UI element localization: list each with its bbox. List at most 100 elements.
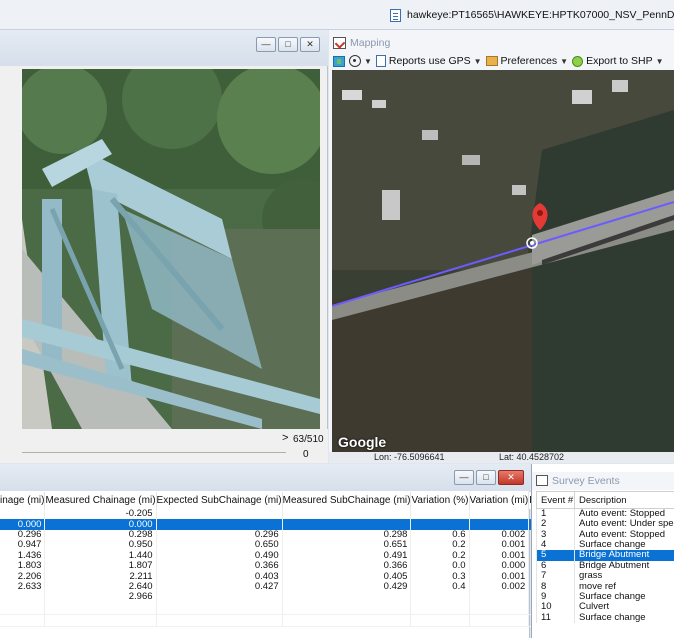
table-cell: 0.298 bbox=[282, 529, 412, 541]
table-cell bbox=[282, 519, 412, 530]
longitude-readout: Lon: -76.5096641 bbox=[374, 452, 445, 462]
table-cell: 2 bbox=[536, 519, 575, 530]
table-cell: 6 bbox=[536, 560, 575, 571]
table-cell: 5 bbox=[536, 550, 575, 561]
column-header[interactable]: Variation (%) bbox=[410, 492, 470, 509]
next-frame-button[interactable]: > bbox=[282, 432, 288, 444]
table-row[interactable]: 2.6332.6400.4270.4290.40.002Yes bbox=[0, 581, 567, 593]
photo-viewer-titlebar: — □ ✕ bbox=[0, 30, 328, 66]
table-cell bbox=[44, 614, 157, 628]
table-cell bbox=[156, 592, 283, 603]
table-cell bbox=[282, 592, 412, 603]
table-cell bbox=[0, 592, 46, 603]
table-row[interactable]: -0.205 bbox=[0, 509, 567, 520]
bridge-photo[interactable] bbox=[22, 69, 320, 429]
map-coordinates-bar: Lon: -76.5096641 Lat: 40.4528702 bbox=[329, 452, 674, 463]
satellite-map[interactable]: Google bbox=[332, 70, 674, 452]
table-cell: 0.2 bbox=[410, 550, 470, 561]
report-icon bbox=[375, 55, 386, 67]
table-row[interactable]: 1.8031.8070.3660.3660.00.000Yes bbox=[0, 560, 567, 572]
table-row[interactable] bbox=[0, 602, 567, 616]
table-cell: 2.211 bbox=[44, 571, 157, 582]
list-item[interactable]: 10 Culvert bbox=[536, 602, 674, 613]
document-icon bbox=[390, 9, 401, 22]
list-item[interactable]: 11 Surface change bbox=[536, 612, 674, 623]
column-header[interactable]: Measured SubChainage (mi) bbox=[282, 492, 412, 509]
minimize-button[interactable]: — bbox=[454, 470, 474, 485]
close-button[interactable]: ✕ bbox=[498, 470, 524, 485]
maximize-button[interactable]: □ bbox=[476, 470, 496, 485]
table-cell: -0.205 bbox=[44, 509, 157, 520]
table-cell: 0.296 bbox=[156, 529, 283, 541]
list-item[interactable]: 9 Surface change bbox=[536, 591, 674, 603]
table-cell: 0.2 bbox=[410, 540, 470, 551]
photo-viewer-window: — □ ✕ > 63/510 0 bbox=[0, 30, 328, 463]
column-header[interactable]: inage (mi) bbox=[0, 492, 46, 509]
export-button[interactable]: Export to SHP ▼ bbox=[572, 55, 664, 67]
table-cell: Surface change bbox=[574, 539, 674, 551]
table-cell: 0.0 bbox=[410, 560, 470, 572]
chevron-down-icon: ▼ bbox=[560, 56, 569, 66]
list-item[interactable]: 3 Auto event: Stopped bbox=[536, 529, 674, 540]
table-row[interactable]: 0.2960.2980.2960.2980.60.002Yes bbox=[0, 529, 567, 541]
frame-slider[interactable] bbox=[22, 452, 286, 453]
table-cell bbox=[469, 519, 530, 530]
table-cell: 2.633 bbox=[0, 581, 46, 593]
list-item[interactable]: 7 grass bbox=[536, 570, 674, 582]
table-cell bbox=[282, 602, 412, 616]
table-row[interactable]: 2.2062.2110.4030.4050.30.001Yes bbox=[0, 571, 567, 582]
table-row[interactable]: 2.966 bbox=[0, 592, 567, 603]
table-row[interactable]: 0.9470.9500.6500.6510.20.001Yes bbox=[0, 540, 567, 551]
table-cell: Surface change bbox=[574, 591, 674, 603]
table-cell: grass bbox=[574, 570, 674, 582]
map-type-button[interactable] bbox=[333, 55, 345, 67]
close-button[interactable]: ✕ bbox=[300, 37, 320, 52]
mapping-title: Mapping bbox=[350, 37, 391, 49]
column-header[interactable]: Variation (mi) bbox=[469, 492, 530, 509]
table-cell: 0.491 bbox=[282, 550, 412, 561]
table-cell: 7 bbox=[536, 570, 575, 582]
table-cell bbox=[469, 592, 530, 603]
column-header[interactable]: Event # bbox=[536, 491, 575, 509]
table-cell: 1.440 bbox=[44, 550, 157, 561]
mapping-window-icon bbox=[333, 37, 346, 49]
list-item[interactable]: 5 Bridge Abutment bbox=[536, 550, 674, 561]
list-item[interactable]: 6 Bridge Abutment bbox=[536, 560, 674, 571]
table-cell: 1 bbox=[536, 508, 575, 519]
table-cell: Bridge Abutment bbox=[574, 550, 674, 561]
table-cell: 0.296 bbox=[0, 529, 46, 541]
table-row[interactable] bbox=[0, 614, 567, 628]
frame-counter: 63/510 bbox=[293, 434, 324, 445]
map-icon bbox=[333, 55, 345, 67]
table-cell bbox=[469, 509, 530, 520]
list-item[interactable]: 8 move ref bbox=[536, 581, 674, 592]
window-title: hawkeye:PT16565\HAWKEYE:HPTK07000_NSV_Pe… bbox=[407, 9, 674, 21]
survey-events-titlebar: Survey Events bbox=[532, 472, 674, 490]
table-row[interactable]: 0.0000.000Yes bbox=[0, 519, 567, 530]
table-cell: 0.950 bbox=[44, 540, 157, 551]
list-item[interactable]: 4 Surface change bbox=[536, 539, 674, 551]
gps-button[interactable]: ▼ bbox=[349, 55, 372, 67]
table-cell: 0.429 bbox=[282, 581, 412, 593]
reports-label: Reports use GPS bbox=[388, 55, 471, 67]
table-cell: 0.403 bbox=[156, 571, 283, 582]
reports-button[interactable]: Reports use GPS ▼ bbox=[375, 55, 482, 67]
survey-events-table: Event # Description 1 Auto event: Stopped 2… bbox=[536, 491, 674, 623]
preferences-button[interactable]: Preferences ▼ bbox=[485, 55, 569, 67]
latitude-readout: Lat: 40.4528702 bbox=[499, 452, 565, 462]
table-cell: 0.4 bbox=[410, 581, 470, 593]
column-header[interactable]: Description bbox=[574, 491, 674, 509]
table-cell: move ref bbox=[574, 581, 674, 592]
chevron-down-icon: ▼ bbox=[655, 56, 664, 66]
table-cell bbox=[410, 614, 470, 628]
list-item[interactable]: 2 Auto event: Under speed bbox=[536, 519, 674, 530]
list-item[interactable]: 1 Auto event: Stopped bbox=[536, 508, 674, 519]
column-header[interactable]: Measured Chainage (mi) bbox=[44, 492, 157, 509]
export-icon bbox=[572, 55, 584, 67]
table-row[interactable]: 1.4361.4400.4900.4910.20.001Yes bbox=[0, 550, 567, 561]
column-header[interactable]: Expected SubChainage (mi) bbox=[156, 492, 283, 509]
maximize-button[interactable]: □ bbox=[278, 37, 298, 52]
preferences-icon bbox=[485, 56, 498, 66]
minimize-button[interactable]: — bbox=[256, 37, 276, 52]
table-cell: 2.206 bbox=[0, 571, 46, 582]
